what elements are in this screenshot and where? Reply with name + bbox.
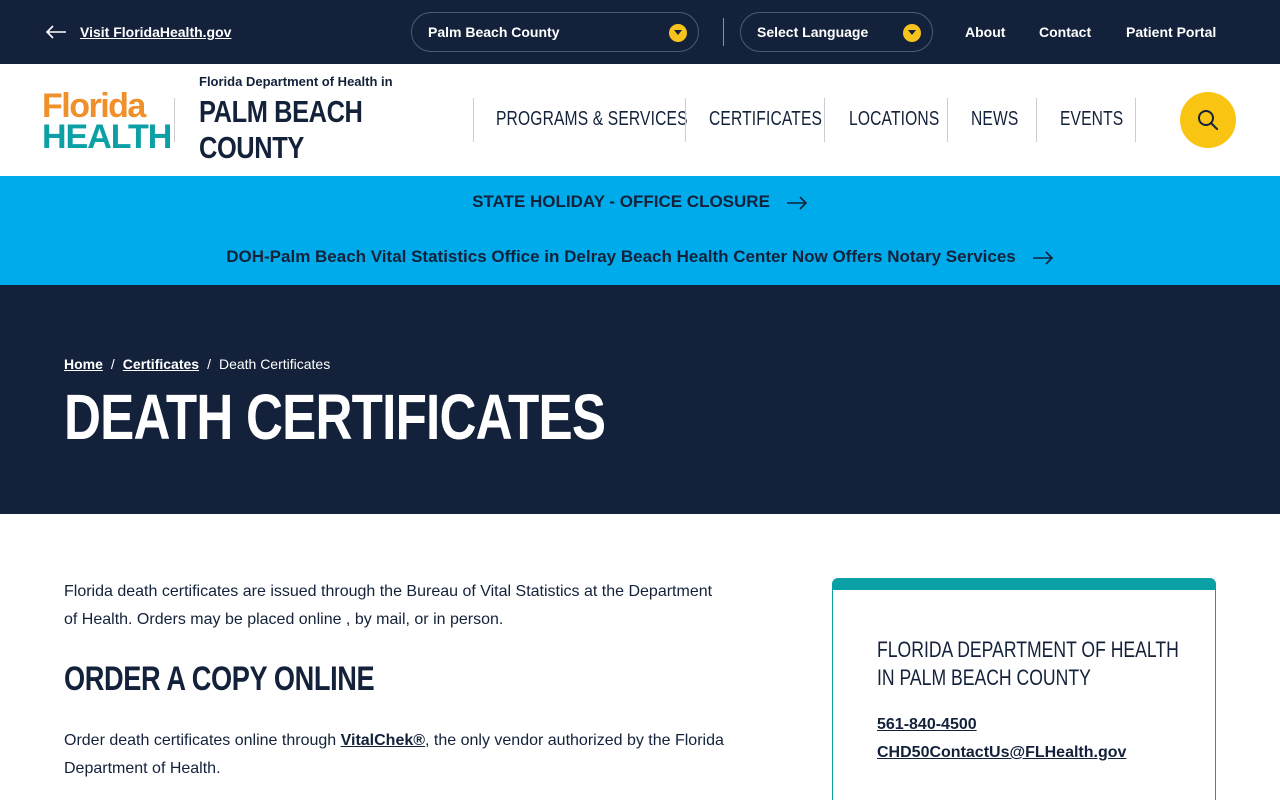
alert-banner: STATE HOLIDAY - OFFICE CLOSURE DOH-Palm … — [0, 176, 1280, 285]
divider — [947, 98, 948, 142]
alert-holiday-closure[interactable]: STATE HOLIDAY - OFFICE CLOSURE — [0, 192, 1280, 212]
contact-card: Florida Department of Health in Palm Bea… — [832, 578, 1216, 800]
nav-locations[interactable]: LOCATIONS — [849, 108, 939, 131]
department-label: Florida Department of Health in — [199, 74, 393, 89]
divider — [723, 18, 724, 46]
breadcrumb-home[interactable]: Home — [64, 356, 103, 372]
breadcrumb-separator: / — [207, 356, 211, 372]
arrow-left-icon[interactable] — [44, 22, 68, 42]
chevron-down-icon — [903, 24, 921, 42]
alert-text: STATE HOLIDAY - OFFICE CLOSURE — [472, 192, 770, 211]
divider — [174, 98, 175, 142]
florida-health-logo[interactable]: Florida HEALTH — [42, 89, 172, 154]
breadcrumb-current: Death Certificates — [218, 356, 331, 372]
breadcrumb: Home / Certificates / Death Certificates — [64, 356, 330, 372]
order-text-before: Order death certificates online through — [64, 732, 341, 749]
county-name-line2: COUNTY — [199, 130, 304, 165]
search-button[interactable] — [1180, 92, 1236, 148]
page-hero: Home / Certificates / Death Certificates DEA… — [0, 285, 1280, 514]
order-online-paragraph: Order death certificates online through … — [64, 727, 724, 783]
contact-phone-link[interactable]: 561-840-4500 — [877, 716, 977, 734]
page-title: DEATH CERTIFICATES — [64, 381, 606, 453]
utility-bar: Visit FloridaHealth.gov Palm Beach Count… — [0, 0, 1280, 64]
logo-health-text: HEALTH — [42, 118, 172, 156]
breadcrumb-certificates[interactable]: Certificates — [123, 356, 199, 372]
county-select-label: Palm Beach County — [428, 24, 560, 40]
patient-portal-link[interactable]: Patient Portal — [1126, 24, 1216, 40]
language-select[interactable]: Select Language — [740, 12, 933, 52]
divider — [685, 98, 686, 142]
about-link[interactable]: About — [965, 24, 1005, 40]
divider — [1036, 98, 1037, 142]
chevron-down-icon — [669, 24, 687, 42]
nav-programs-services[interactable]: PROGRAMS & SERVICES — [496, 108, 688, 131]
language-select-label: Select Language — [757, 24, 869, 40]
site-header: Florida HEALTH Florida Department of Hea… — [0, 64, 1280, 176]
divider — [1135, 98, 1136, 142]
divider — [824, 98, 825, 142]
breadcrumb-separator: / — [110, 356, 115, 372]
contact-email-link[interactable]: CHD50ContactUs@FLHealth.gov — [877, 744, 1126, 762]
visit-floridahealth-link[interactable]: Visit FloridaHealth.gov — [80, 24, 231, 40]
nav-news[interactable]: NEWS — [971, 108, 1018, 131]
arrow-right-icon — [786, 195, 808, 210]
intro-paragraph: Florida death certificates are issued th… — [64, 583, 713, 628]
divider — [473, 98, 474, 142]
arrow-right-icon — [1032, 250, 1053, 265]
nav-events[interactable]: EVENTS — [1060, 108, 1123, 131]
contact-link[interactable]: Contact — [1039, 24, 1091, 40]
search-icon — [1198, 110, 1218, 130]
nav-certificates[interactable]: CERTIFICATES — [709, 108, 822, 131]
alert-notary-services[interactable]: DOH-Palm Beach Vital Statistics Office i… — [0, 247, 1280, 267]
county-name-line1: PALM BEACH — [199, 94, 363, 129]
contact-card-title: Florida Department of Health in Palm Bea… — [877, 637, 1179, 690]
vitalchek-link[interactable]: VitalChek® — [341, 732, 425, 749]
county-name[interactable]: PALM BEACH COUNTY — [199, 94, 363, 166]
alert-text: DOH-Palm Beach Vital Statistics Office i… — [226, 247, 1016, 266]
county-select[interactable]: Palm Beach County — [411, 12, 699, 52]
section-heading-order-online: ORDER A COPY ONLINE — [64, 660, 375, 698]
